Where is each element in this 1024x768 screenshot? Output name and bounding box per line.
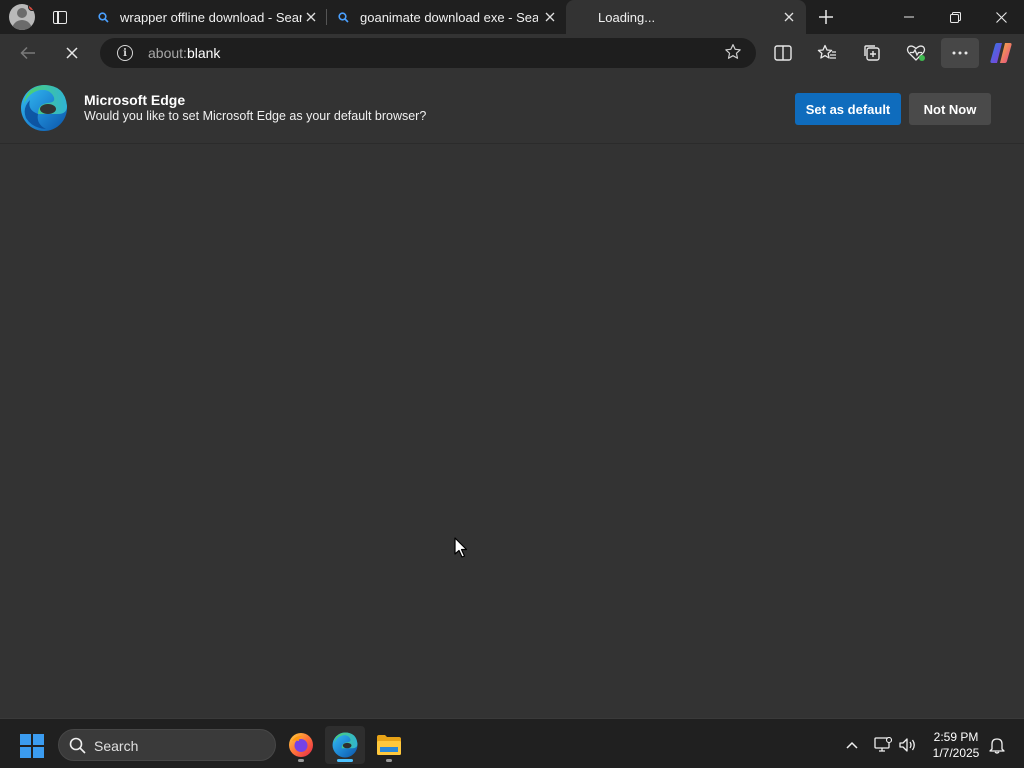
tab-title: Loading...: [598, 9, 656, 25]
notification-bell-icon[interactable]: [987, 735, 1007, 755]
tab-actions-menu-icon[interactable]: [48, 6, 72, 28]
firefox-icon[interactable]: [281, 726, 321, 764]
stop-loading-icon[interactable]: [57, 38, 87, 68]
close-tab-icon[interactable]: [780, 8, 798, 26]
close-window-icon[interactable]: [978, 0, 1024, 34]
not-now-button[interactable]: Not Now: [909, 93, 991, 125]
tab-title: goanimate download exe - Search: [360, 9, 538, 25]
search-favicon-icon: [96, 11, 110, 23]
browser-toolbar: i about:blank: [0, 34, 1024, 72]
tab-title: wrapper offline download - Search: [120, 9, 302, 25]
restore-icon[interactable]: [932, 0, 978, 34]
search-favicon-icon: [336, 11, 350, 23]
favorites-icon[interactable]: [812, 38, 842, 68]
new-tab-icon[interactable]: [815, 6, 837, 28]
settings-more-icon[interactable]: [941, 38, 979, 68]
chevron-up-icon[interactable]: [842, 735, 862, 755]
mouse-cursor-icon: [454, 537, 468, 564]
browser-tab[interactable]: goanimate download exe - Search: [327, 0, 565, 34]
taskbar-search-box[interactable]: Search: [58, 729, 276, 761]
browser-tab-active[interactable]: Loading...: [566, 0, 806, 34]
browser-tab[interactable]: wrapper offline download - Search: [86, 0, 326, 34]
file-explorer-icon[interactable]: [369, 726, 409, 764]
search-placeholder: Search: [94, 738, 139, 754]
browser-tab-strip: wrapper offline download - Search goanim…: [0, 0, 1024, 34]
address-url[interactable]: about:blank: [148, 45, 220, 61]
close-tab-icon[interactable]: [541, 8, 559, 26]
favorite-star-icon[interactable]: [724, 43, 742, 66]
address-bar[interactable]: i about:blank: [100, 38, 756, 68]
clock-time: 2:59 PM: [933, 730, 979, 744]
infobar-message: Would you like to set Microsoft Edge as …: [84, 109, 427, 123]
blank-page-content: [0, 145, 1024, 718]
windows-taskbar: Search 2:59 PM 1/7/2025: [0, 718, 1024, 768]
copilot-icon[interactable]: [986, 38, 1016, 68]
set-as-default-button[interactable]: Set as default: [795, 93, 901, 125]
edge-icon[interactable]: [325, 726, 365, 764]
minimize-icon[interactable]: [886, 0, 932, 34]
browser-essentials-icon[interactable]: [901, 38, 931, 68]
infobar-title: Microsoft Edge: [84, 92, 186, 108]
split-screen-icon[interactable]: [768, 38, 798, 68]
default-browser-infobar: Microsoft Edge Would you like to set Mic…: [0, 72, 1024, 144]
clock-date: 1/7/2025: [932, 746, 980, 760]
windows-start-icon[interactable]: [20, 734, 44, 758]
volume-icon[interactable]: [898, 735, 918, 755]
site-info-icon[interactable]: i: [117, 45, 133, 61]
network-icon[interactable]: [873, 735, 893, 755]
profile-avatar-icon[interactable]: [9, 4, 35, 30]
back-arrow-icon[interactable]: [13, 38, 43, 68]
search-icon: [69, 737, 86, 759]
close-tab-icon[interactable]: [302, 8, 320, 26]
collections-icon[interactable]: [857, 38, 887, 68]
taskbar-clock[interactable]: 2:59 PM 1/7/2025: [924, 729, 988, 761]
edge-logo-icon: [20, 84, 68, 132]
